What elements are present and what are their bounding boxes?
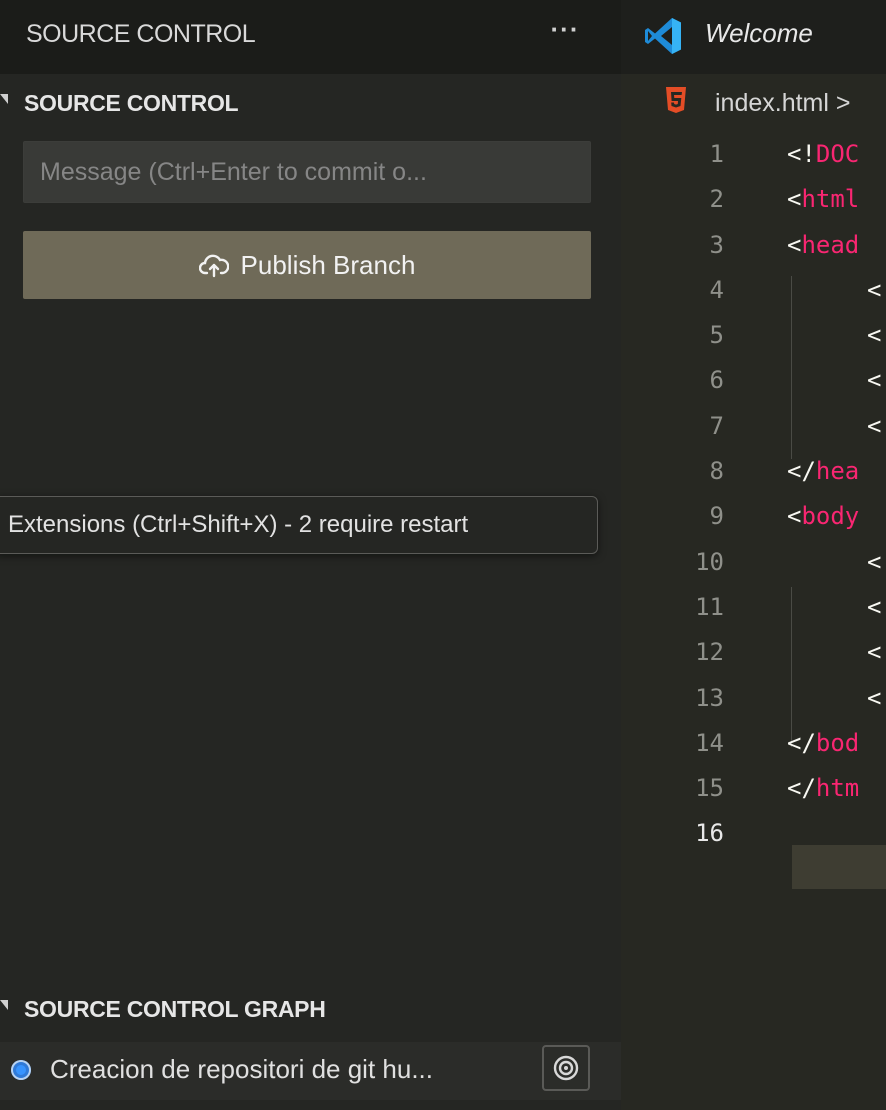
tab-welcome[interactable]: Welcome [621, 0, 886, 74]
ellipsis-icon[interactable]: ··· [544, 14, 586, 54]
section-label: SOURCE CONTROL GRAPH [24, 996, 326, 1022]
html5-file-icon [666, 87, 686, 113]
code-text: <!DOC [787, 140, 860, 168]
code-line[interactable]: 13 < [621, 676, 886, 721]
sidebar-title-bar: SOURCE CONTROL ··· [0, 0, 621, 74]
line-number: 14 [695, 728, 724, 757]
code-line[interactable]: 14 </bod [621, 721, 886, 766]
line-number: 4 [709, 275, 724, 304]
publish-branch-label: Publish Branch [240, 249, 416, 280]
code-text: <head [787, 230, 860, 259]
code-line[interactable]: 1 <!DOC [621, 132, 886, 177]
code-text: < [867, 411, 882, 440]
line-number: 5 [709, 321, 724, 350]
line-number: 16 [695, 819, 724, 848]
code-text: <html [787, 185, 860, 214]
line-number: 7 [709, 411, 724, 440]
breadcrumb-file: index.html > [715, 89, 851, 117]
code-text: < [867, 592, 882, 621]
line-number: 15 [695, 774, 724, 803]
sidebar-title: SOURCE CONTROL [26, 20, 256, 48]
chevron-down-icon [0, 94, 8, 104]
cloud-upload-icon [198, 254, 229, 278]
source-control-sidebar: SOURCE CONTROL ··· SOURCE CONTROL Publis… [0, 0, 621, 1110]
code-line[interactable]: 6 < [621, 358, 886, 403]
tab-label: Welcome [705, 18, 813, 48]
code-text: < [867, 275, 882, 304]
vscode-window: SOURCE CONTROL ··· SOURCE CONTROL Publis… [0, 0, 886, 1110]
line-number: 8 [709, 457, 724, 486]
publish-branch-button[interactable]: Publish Branch [23, 231, 591, 299]
code-line[interactable]: 16 [621, 811, 886, 856]
code-line[interactable]: 3 <head [621, 223, 886, 268]
vscode-logo-icon [645, 18, 681, 54]
graph-item-label: Creacion de repositori de git hu... [50, 1054, 433, 1084]
code-text: </hea [787, 457, 860, 486]
section-header-source-control[interactable]: SOURCE CONTROL [0, 76, 621, 130]
code-line[interactable]: 12 < [621, 630, 886, 675]
code-line[interactable]: 7 < [621, 404, 886, 449]
code-line[interactable]: 8 </hea [621, 449, 886, 494]
code-text: < [867, 638, 882, 667]
target-icon-glyph [553, 1055, 579, 1081]
chevron-down-icon [0, 1000, 8, 1010]
line-number: 12 [695, 638, 724, 667]
code-line[interactable]: 5 < [621, 313, 886, 358]
code-line[interactable]: 4 < [621, 268, 886, 313]
graph-list-item[interactable]: Creacion de repositori de git hu... [0, 1042, 621, 1100]
target-icon[interactable] [542, 1045, 590, 1091]
line-number: 3 [709, 230, 724, 259]
code-line[interactable]: 11 < [621, 585, 886, 630]
extensions-tooltip: Extensions (Ctrl+Shift+X) - 2 require re… [0, 496, 598, 554]
editor-area: Welcome index.html > 1 <!DOC 2 <html 3 <head 4… [621, 0, 886, 1110]
section-label: SOURCE CONTROL [24, 90, 239, 116]
code-line[interactable]: 15 </htm [621, 766, 886, 811]
commit-dot-icon [11, 1060, 31, 1080]
section-header-source-control-graph[interactable]: SOURCE CONTROL GRAPH [0, 982, 621, 1036]
breadcrumb[interactable]: index.html > [621, 76, 886, 132]
line-number: 6 [709, 366, 724, 395]
line-number: 1 [709, 140, 724, 168]
line-number: 2 [709, 185, 724, 214]
line-number: 13 [695, 683, 724, 712]
line-number: 11 [695, 592, 724, 621]
code-text: <body [787, 502, 860, 531]
code-line[interactable]: 10 < [621, 540, 886, 585]
code-text: </bod [787, 728, 860, 757]
line-number: 10 [695, 547, 724, 576]
line-number: 9 [709, 502, 724, 531]
code-line[interactable]: 9 <body [621, 494, 886, 539]
code-editor[interactable]: 1 <!DOC 2 <html 3 <head 4 <5 <6 <7 <8 </hea 9 <body 10… [621, 132, 886, 857]
tab-bar: Welcome [621, 0, 886, 74]
commit-message-input[interactable] [23, 141, 591, 203]
code-text: < [867, 547, 882, 576]
code-text: < [867, 683, 882, 712]
code-text: </htm [787, 774, 860, 803]
code-text: < [867, 366, 882, 395]
code-text: < [867, 321, 882, 350]
code-line[interactable]: 2 <html [621, 177, 886, 222]
